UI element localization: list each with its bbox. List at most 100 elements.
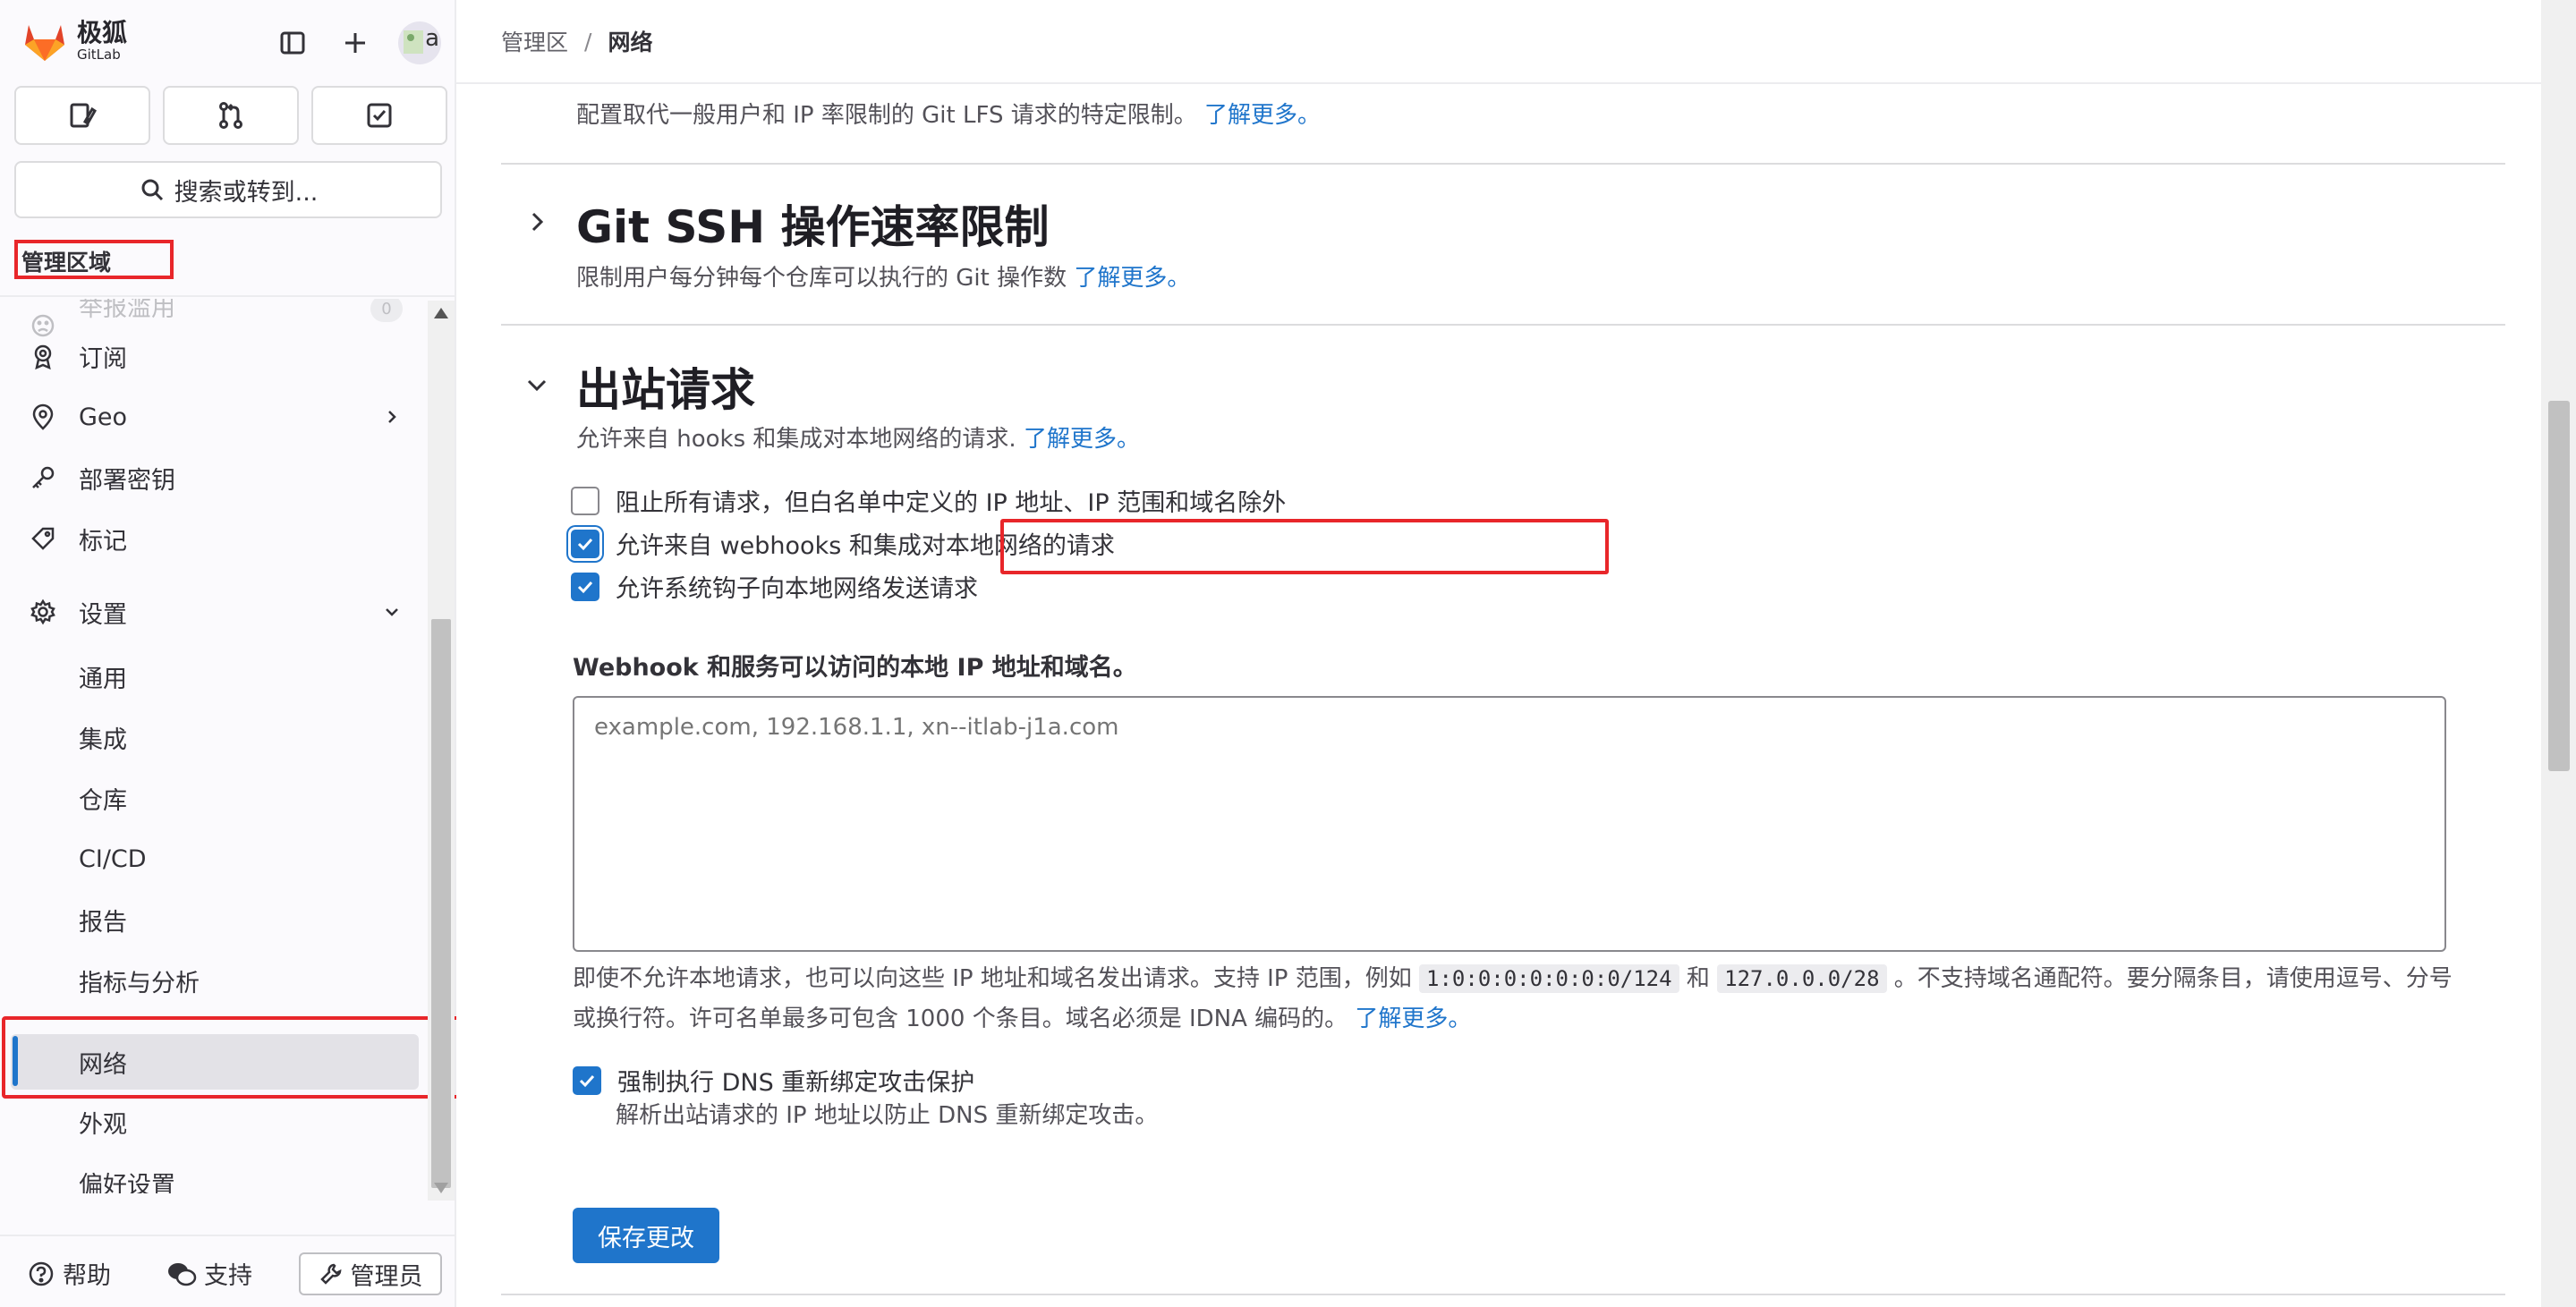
wechat-icon [168, 1262, 197, 1286]
page-scrollbar-thumb[interactable] [2548, 401, 2570, 771]
chevron-down-icon [379, 599, 404, 624]
ssh-learn-more-link[interactable]: 了解更多。 [1074, 265, 1190, 292]
sidebar-item-settings[interactable]: 设置 [0, 585, 426, 639]
sidebar-divider [0, 295, 455, 297]
sidebar-item-integrations[interactable]: 集成 [0, 710, 426, 764]
avatar-alt-text: a [425, 25, 439, 52]
section-divider [501, 163, 2505, 165]
allowlist-help-text: 即使不允许本地请求，也可以向这些 IP 地址和域名发出请求。支持 IP 范围，例… [573, 959, 2461, 1040]
sidebar-item-label: 仓库 [79, 786, 127, 815]
sidebar-item-preferences[interactable]: 偏好设置 [0, 1156, 426, 1194]
sidebar-item-label: 举报滥用 [79, 299, 175, 322]
help-text-and: 和 [1686, 965, 1710, 992]
annotation-box-section-title [14, 240, 174, 279]
collapse-outbound-chevron-down-icon[interactable] [521, 369, 553, 401]
toggle-sidebar-button[interactable] [273, 23, 312, 63]
ipv6-range-example: 1:0:0:0:0:0:0:0/124 [1419, 964, 1679, 993]
sidebar-item-label: CI/CD [79, 844, 147, 873]
search-label: 搜索或转到... [174, 178, 319, 207]
allowlist-learn-more-link[interactable]: 了解更多。 [1355, 1006, 1471, 1032]
allow-webhooks-local-checkbox[interactable] [571, 529, 599, 558]
sidebar-footer: 帮助 支持 管理员 [0, 1235, 455, 1307]
checkbox-label: 阻止所有请求，但白名单中定义的 IP 地址、IP 范围和域名除外 [616, 489, 1287, 517]
create-new-button[interactable] [336, 23, 375, 63]
outbound-learn-more-link[interactable]: 了解更多。 [1024, 426, 1140, 453]
lfs-description: 配置取代一般用户和 IP 率限制的 Git LFS 请求的特定限制。 了解更多。 [576, 97, 1321, 130]
ssh-description: 限制用户每分钟每个仓库可以执行的 Git 操作数 了解更多。 [576, 259, 1190, 293]
search-icon [141, 179, 163, 201]
sidebar-item-repository[interactable]: 仓库 [0, 771, 426, 825]
sidebar-item-metrics[interactable]: 指标与分析 [0, 954, 426, 1007]
checkmark-icon [577, 538, 593, 550]
help-label: 帮助 [63, 1262, 111, 1290]
ssh-description-text: 限制用户每分钟每个仓库可以执行的 Git 操作数 [576, 265, 1067, 292]
location-pin-icon [29, 403, 57, 431]
search-button[interactable]: 搜索或转到... [14, 161, 442, 218]
checkmark-icon [579, 1074, 595, 1087]
allow-system-hooks-local-row[interactable]: 允许系统钩子向本地网络发送请求 [571, 569, 978, 604]
dns-rebinding-row[interactable]: 强制执行 DNS 重新绑定攻击保护 [573, 1063, 974, 1098]
settings-gear-icon [29, 598, 57, 626]
ssh-section-title[interactable]: Git SSH 操作速率限制 [576, 191, 1050, 256]
scroll-down-arrow-icon[interactable] [434, 1183, 448, 1193]
scroll-up-arrow-icon[interactable] [434, 308, 448, 318]
sidebar-item-label: 标记 [79, 527, 127, 556]
issues-icon [70, 103, 97, 128]
block-all-requests-row[interactable]: 阻止所有请求，但白名单中定义的 IP 地址、IP 范围和域名除外 [571, 483, 1286, 518]
sidebar-item-labels[interactable]: 标记 [0, 512, 426, 565]
annotation-box-network [2, 1016, 463, 1099]
sidebar: 极狐 GitLab a 搜索或转到... 管理区域 举报滥用 0 订阅 Geo … [0, 0, 463, 1307]
breadcrumb-separator: / [584, 28, 592, 55]
label-tag-icon [29, 524, 57, 553]
expand-ssh-chevron-right-icon[interactable] [521, 206, 553, 238]
todos-button[interactable] [311, 86, 447, 145]
scrollbar-thumb[interactable] [431, 619, 451, 1188]
save-changes-button[interactable]: 保存更改 [573, 1208, 719, 1263]
sidebar-item-deploy-keys[interactable]: 部署密钥 [0, 451, 426, 505]
brand-logo[interactable]: 极狐 GitLab [20, 16, 127, 66]
sidebar-item-label: Geo [79, 403, 128, 431]
sidebar-toggle-icon [280, 31, 305, 55]
allow-system-hooks-local-checkbox[interactable] [571, 572, 599, 601]
allowlist-label: Webhook 和服务可以访问的本地 IP 地址和域名。 [573, 654, 1137, 682]
support-label: 支持 [204, 1262, 252, 1290]
sidebar-item-label: 通用 [79, 665, 127, 693]
key-icon [29, 463, 57, 492]
sidebar-item-general[interactable]: 通用 [0, 649, 426, 703]
sidebar-item-subscription[interactable]: 订阅 [0, 329, 426, 383]
sidebar-item-geo[interactable]: Geo [0, 390, 426, 444]
subscription-icon [29, 342, 57, 370]
outbound-section-title[interactable]: 出站请求 [576, 354, 755, 419]
dns-rebinding-help: 解析出站请求的 IP 地址以防止 DNS 重新绑定攻击。 [616, 1102, 1159, 1129]
checkbox-label: 允许系统钩子向本地网络发送请求 [616, 575, 978, 603]
sidebar-item-label: 偏好设置 [79, 1171, 175, 1194]
page-scrollbar[interactable] [2541, 0, 2576, 1307]
sidebar-item-label: 订阅 [79, 344, 127, 373]
breadcrumb-root[interactable]: 管理区 [501, 25, 568, 57]
help-icon [29, 1261, 54, 1286]
sidebar-item-appearance[interactable]: 外观 [0, 1095, 426, 1149]
help-button[interactable]: 帮助 [27, 1256, 111, 1291]
admin-button[interactable]: 管理员 [299, 1252, 442, 1295]
checkbox-label: 强制执行 DNS 重新绑定攻击保护 [617, 1069, 975, 1097]
allowlist-textarea[interactable] [573, 696, 2446, 952]
merge-requests-button[interactable] [163, 86, 299, 145]
annotation-box-webhooks [1000, 519, 1609, 574]
sidebar-item-label: 部署密钥 [79, 466, 175, 495]
sidebar-item-cicd[interactable]: CI/CD [0, 832, 426, 886]
sidebar-item-reports[interactable]: 报告 [0, 893, 426, 946]
breadcrumb: 管理区 / 网络 [456, 0, 2541, 84]
count-badge: 0 [370, 299, 403, 322]
dns-rebinding-checkbox[interactable] [573, 1065, 601, 1095]
lfs-learn-more-link[interactable]: 了解更多。 [1204, 102, 1321, 129]
todo-icon [367, 103, 392, 128]
block-all-requests-checkbox[interactable] [571, 486, 599, 515]
ipv4-range-example: 127.0.0.0/28 [1717, 964, 1887, 993]
issues-button[interactable] [14, 86, 150, 145]
support-button[interactable]: 支持 [166, 1256, 252, 1291]
breadcrumb-current: 网络 [608, 30, 653, 55]
sidebar-scrollbar[interactable] [428, 301, 455, 1201]
admin-label: 管理员 [350, 1262, 423, 1291]
sidebar-item-label: 指标与分析 [79, 969, 200, 997]
user-avatar[interactable]: a [398, 21, 441, 64]
